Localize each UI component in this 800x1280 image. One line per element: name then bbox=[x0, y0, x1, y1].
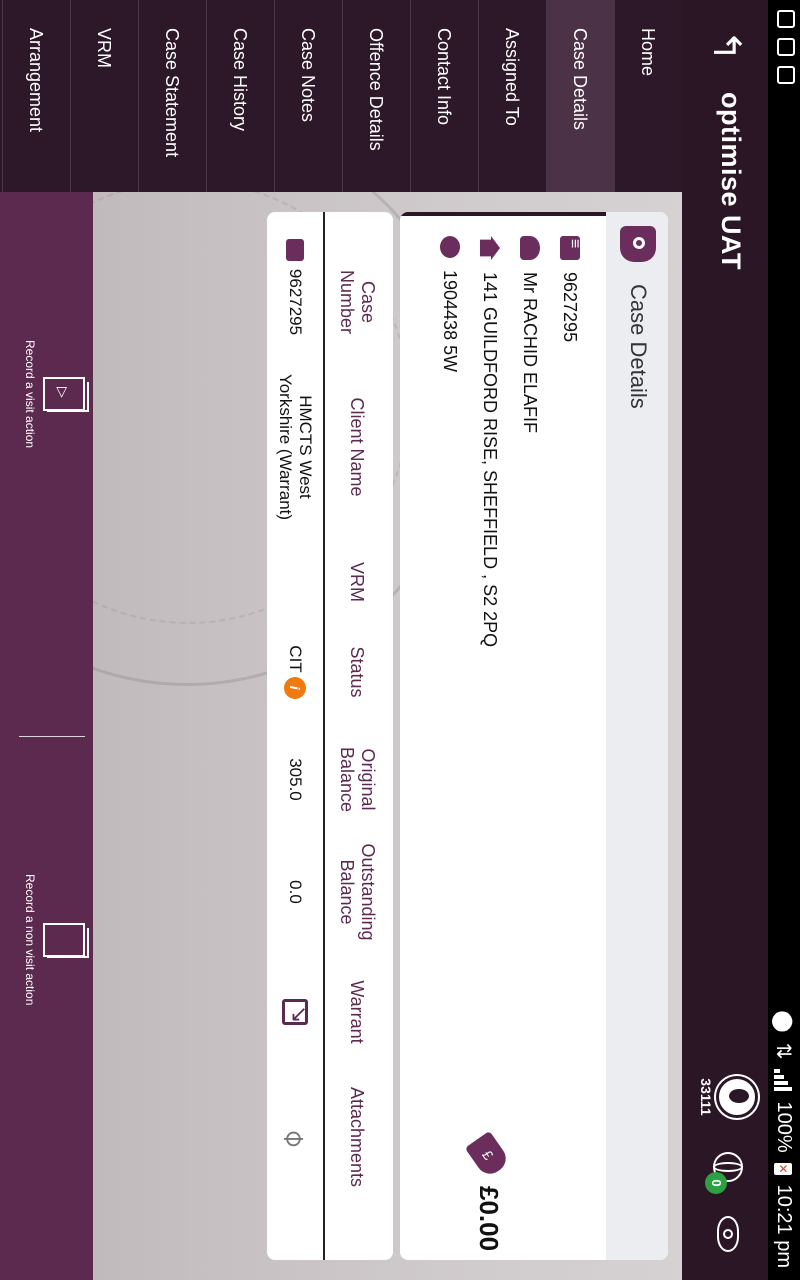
table-header-divider bbox=[323, 212, 325, 1260]
action-divider bbox=[19, 736, 85, 737]
user-code: 33111 bbox=[698, 1078, 714, 1116]
group-icon bbox=[440, 236, 460, 258]
table-row-case-number[interactable]: 9627295 bbox=[267, 222, 323, 352]
case-table: Case Number Client Name VRM Status Origi… bbox=[267, 212, 393, 1260]
nav-item-case-history[interactable]: Case History bbox=[206, 0, 274, 192]
user-icon bbox=[716, 1076, 758, 1118]
signal-icon bbox=[774, 1069, 793, 1092]
visit-action-label: Record a visit action bbox=[23, 340, 37, 449]
data-arrows-icon: ⇅ bbox=[772, 1042, 794, 1060]
nav-item-contact-info[interactable]: Contact Info bbox=[410, 0, 478, 192]
app-header: ↰ optimise UAT 33111 0 bbox=[682, 0, 768, 1280]
header-actions: 33111 0 bbox=[698, 1076, 758, 1252]
card-header: Case Details bbox=[606, 212, 668, 1260]
user-button[interactable]: 33111 bbox=[698, 1076, 758, 1118]
client-name: Mr RACHID ELAFIF bbox=[520, 272, 541, 434]
battery-icon bbox=[774, 1162, 793, 1175]
case-details-card: Case Details 9627295 Mr RACHID ELAFIF 14… bbox=[400, 212, 668, 1260]
col-header-case-number: Case Number bbox=[337, 269, 378, 335]
globe-icon: 0 bbox=[705, 1152, 743, 1194]
table-content: Case Number Client Name VRM Status Origi… bbox=[267, 212, 393, 1260]
image-icon bbox=[777, 66, 795, 84]
system-status: ⬤ ⇅ 100% 10:21 pm bbox=[771, 1010, 796, 1268]
view-button[interactable] bbox=[717, 1216, 739, 1252]
row-status: CIT i bbox=[267, 622, 323, 722]
col-header-attachments: Attachments bbox=[347, 1086, 368, 1188]
back-arrow-icon[interactable]: ↰ bbox=[705, 30, 747, 70]
record-visit-action-button[interactable]: ▷ Record a visit action bbox=[23, 340, 85, 448]
app-title: optimise UAT bbox=[716, 92, 746, 271]
balance-value: £0.00 bbox=[474, 1186, 504, 1252]
nav-item-case-notes[interactable]: Case Notes bbox=[274, 0, 342, 192]
nav-item-case-details[interactable]: Case Details bbox=[546, 0, 614, 192]
screen: ⬤ ⇅ 100% 10:21 pm ↰ optimise UAT 33111 0 bbox=[0, 0, 800, 1280]
address-row: 141 GUILDFORD RISE, SHEFFIELD , S2 2PQ bbox=[476, 236, 504, 647]
home-icon bbox=[480, 236, 500, 260]
paperclip-icon: ⌀ bbox=[278, 1119, 313, 1154]
row-client-name: HMCTS West Yorkshire (Warrant) bbox=[276, 373, 315, 521]
reference-row: 1904438 5W bbox=[436, 236, 464, 372]
nav-item-case-statement[interactable]: Case Statement bbox=[138, 0, 206, 192]
address: 141 GUILDFORD RISE, SHEFFIELD , S2 2PQ bbox=[480, 272, 501, 648]
nav-item-arrangement[interactable]: Arrangement bbox=[2, 0, 70, 192]
col-header-outstanding-balance: Outstanding Balance bbox=[337, 843, 378, 941]
nav-item-assigned-to[interactable]: Assigned To bbox=[478, 0, 546, 192]
eye-icon bbox=[717, 1216, 739, 1252]
card-title: Case Details bbox=[626, 284, 651, 409]
nav-item-offence-details[interactable]: Offence Details bbox=[342, 0, 410, 192]
info-icon[interactable]: i bbox=[284, 676, 306, 699]
row-warrant[interactable] bbox=[267, 967, 323, 1057]
action-bar: ▷ Record a visit action Record a non vis… bbox=[0, 192, 93, 1280]
notification-icon bbox=[777, 10, 795, 28]
case-number-row: 9627295 bbox=[556, 236, 584, 342]
sync-badge: 0 bbox=[705, 1172, 727, 1194]
row-original-balance: 305.0 bbox=[286, 758, 305, 801]
row-attachments[interactable]: ⌀ bbox=[267, 1072, 323, 1202]
status-bar: ⬤ ⇅ 100% 10:21 pm bbox=[768, 0, 800, 1280]
col-header-client-name: Client Name bbox=[347, 397, 368, 497]
row-outstanding-balance: 0.0 bbox=[286, 880, 305, 904]
reference: 1904438 5W bbox=[440, 270, 461, 373]
client-name-row: Mr RACHID ELAFIF bbox=[516, 236, 544, 433]
location-icon: ⬤ bbox=[772, 1010, 794, 1033]
nav-item-home[interactable]: Home bbox=[614, 0, 682, 192]
clock: 10:21 pm bbox=[773, 1184, 795, 1268]
case-tag-icon bbox=[620, 226, 656, 262]
case-number: 9627295 bbox=[560, 272, 581, 343]
non-visit-action-icon bbox=[43, 922, 85, 957]
battery-percent: 100% bbox=[773, 1101, 795, 1153]
case-details-rows: 9627295 Mr RACHID ELAFIF 141 GUILDFORD R… bbox=[400, 212, 606, 1260]
row-vrm bbox=[267, 542, 323, 622]
record-non-visit-action-button[interactable]: Record a non visit action bbox=[23, 874, 85, 1005]
col-header-vrm: VRM bbox=[347, 562, 368, 602]
col-header-status: Status bbox=[347, 646, 368, 698]
nav-item-vrm[interactable]: VRM bbox=[70, 0, 138, 192]
row-case-number: 9627295 bbox=[286, 268, 305, 336]
open-warrant-icon bbox=[282, 999, 308, 1025]
slack-icon bbox=[777, 38, 795, 56]
col-header-warrant: Warrant bbox=[347, 980, 368, 1044]
price-tag-icon: £ bbox=[465, 1130, 512, 1180]
balance-display: £ £0.00 bbox=[465, 1130, 512, 1252]
tag-icon bbox=[560, 236, 580, 260]
sync-button[interactable]: 0 bbox=[705, 1152, 743, 1194]
notification-icons bbox=[777, 10, 795, 84]
non-visit-action-label: Record a non visit action bbox=[23, 874, 37, 1006]
visit-action-icon: ▷ bbox=[43, 377, 85, 412]
tag-icon bbox=[286, 238, 304, 261]
side-nav: Home Case Details Assigned To Contact In… bbox=[0, 0, 682, 192]
person-icon bbox=[520, 236, 540, 260]
col-header-original-balance: Original Balance bbox=[337, 746, 378, 813]
row-status-text: CIT bbox=[286, 645, 305, 673]
